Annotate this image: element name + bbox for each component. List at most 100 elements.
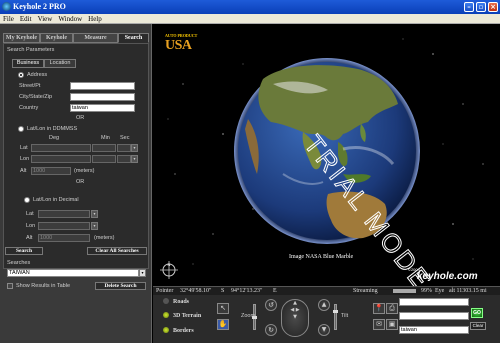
go-button[interactable]: GO	[471, 308, 483, 318]
fly-to-input-1[interactable]	[399, 298, 469, 306]
city-label: City/State/Zip	[19, 94, 53, 100]
menu-window[interactable]: Window	[55, 14, 85, 23]
menu-edit[interactable]: Edit	[17, 14, 35, 23]
dec-lon-input[interactable]	[38, 222, 90, 230]
city-input[interactable]	[70, 93, 135, 101]
tab-measure[interactable]: Measure	[73, 33, 118, 43]
sidebar-tabs: My Keyhole Keyhole Measure Search	[3, 33, 149, 43]
street-input[interactable]	[70, 82, 135, 90]
streaming-progress-fill	[393, 289, 416, 293]
dms-lon-min-input[interactable]	[92, 155, 116, 163]
svg-text:N: N	[168, 262, 171, 267]
dms-lon-dropdown[interactable]: ▾	[131, 155, 138, 163]
search-button[interactable]: Search	[5, 247, 43, 255]
country-input[interactable]: taiwan	[70, 104, 135, 112]
tilt-up-icon[interactable]: ▲	[318, 299, 330, 311]
streaming-value: 99%	[421, 288, 432, 294]
zoom-label: Zoom	[241, 313, 256, 319]
tab-my-keyhole[interactable]: My Keyhole	[3, 33, 40, 43]
searches-dropdown-icon[interactable]: ▾	[139, 269, 146, 277]
dec-lat-dropdown[interactable]: ▾	[91, 210, 98, 218]
rotate-right-icon[interactable]: ↻	[265, 324, 277, 336]
pan-control[interactable]: ▲ ◀ ▶ ▼	[281, 299, 309, 337]
tilt-slider[interactable]	[333, 304, 338, 330]
layer-borders[interactable]: Borders	[163, 327, 194, 334]
tab-search[interactable]: Search	[118, 33, 149, 43]
dms-lat-sec-input[interactable]	[117, 144, 131, 152]
layer-roads[interactable]: Roads	[163, 298, 189, 305]
layer-borders-label: Borders	[173, 328, 194, 334]
subtab-location[interactable]: Location	[44, 59, 76, 68]
tilt-label: Tilt	[341, 313, 349, 319]
searches-select[interactable]: TAIWAN	[7, 269, 139, 277]
delete-search-button[interactable]: Delete Search	[95, 282, 146, 290]
minimize-button[interactable]: –	[464, 2, 474, 12]
dec-meters-label: (meters)	[94, 235, 115, 241]
placemark-icon[interactable]: 📍	[373, 303, 385, 314]
globe-view[interactable]: AUTO PRODUCT USA TRIAL MODE Image NASA B…	[153, 24, 500, 286]
pan-down-icon[interactable]: ▼	[282, 314, 308, 321]
rotate-left-icon[interactable]: ↺	[265, 299, 277, 311]
borders-toggle-icon[interactable]	[163, 327, 169, 333]
country-label: Country	[19, 105, 39, 111]
dec-lon-dropdown[interactable]: ▾	[91, 222, 98, 230]
clear-all-searches-button[interactable]: Clear All Searches	[87, 247, 147, 255]
dms-lon-sec-input[interactable]	[117, 155, 131, 163]
navigation-controls: Roads 3D Terrain Borders ↖ ✋ Zoom ↺ ↻ ▲ …	[153, 295, 500, 343]
maximize-button[interactable]: ▫	[476, 2, 486, 12]
menu-file[interactable]: File	[0, 14, 17, 23]
pan-left-right-icon[interactable]: ◀ ▶	[282, 307, 308, 314]
tilt-down-icon[interactable]: ▼	[318, 324, 330, 336]
roads-toggle-icon[interactable]	[163, 298, 169, 304]
fly-to-input-2[interactable]	[399, 312, 469, 320]
subtab-business[interactable]: Business	[12, 59, 44, 68]
print-icon[interactable]: ⎙	[386, 303, 398, 314]
email-icon[interactable]: ✉	[373, 319, 385, 330]
or-label-2: OR	[76, 179, 85, 185]
decimal-radio[interactable]	[24, 197, 30, 203]
eye-altitude: alt 11303.15 mi	[449, 288, 487, 294]
dms-lat-deg-input[interactable]	[31, 144, 91, 152]
select-arrow-icon[interactable]: ↖	[217, 303, 229, 314]
dms-alt-input[interactable]: 1000	[31, 167, 71, 175]
clear-button[interactable]: Clear	[470, 322, 486, 330]
search-panel: Search Parameters Business Location Addr…	[3, 43, 149, 269]
tab-keyhole[interactable]: Keyhole	[40, 33, 73, 43]
decimal-label: Lat/Lon in Decimal	[33, 197, 79, 203]
dms-lat-dropdown[interactable]: ▾	[131, 144, 138, 152]
dec-lat-input[interactable]	[38, 210, 90, 218]
dec-lat-label: Lat	[26, 211, 34, 217]
show-results-checkbox[interactable]	[7, 283, 13, 289]
close-button[interactable]: ×	[488, 2, 498, 12]
dms-radio[interactable]	[18, 126, 24, 132]
min-label: Min	[101, 135, 110, 141]
dec-lon-label: Lon	[26, 223, 36, 229]
menu-view[interactable]: View	[35, 14, 56, 23]
compass-icon[interactable]: N	[159, 260, 179, 280]
pointer-label: Pointer	[156, 288, 174, 294]
menu-help[interactable]: Help	[85, 14, 105, 23]
pan-up-icon[interactable]: ▲	[282, 300, 308, 307]
deg-label: Deg	[49, 135, 60, 141]
layer-3d-terrain[interactable]: 3D Terrain	[163, 312, 201, 319]
pointer-lon-hemi: E	[273, 288, 277, 294]
dms-lon-deg-input[interactable]	[31, 155, 91, 163]
sec-label: Sec	[120, 135, 130, 141]
dec-alt-input[interactable]: 1000	[38, 234, 90, 242]
terrain-toggle-icon[interactable]	[163, 312, 169, 318]
section-title: Search Parameters	[7, 47, 55, 53]
streaming-progress-bar	[393, 289, 416, 293]
dms-meters-label: (meters)	[74, 168, 95, 174]
show-results-label: Show Results in Table	[16, 283, 71, 289]
layer-3d-terrain-label: 3D Terrain	[173, 313, 202, 319]
pointer-lon: 94°12'13.23"	[231, 288, 263, 294]
title-bar: Keyhole 2 PRO – ▫ ×	[0, 0, 500, 14]
image-icon[interactable]: ▣	[386, 319, 398, 330]
globe-caption: Image NASA Blue Marble	[289, 254, 354, 260]
dms-lon-label: Lon	[20, 156, 30, 162]
tilt-slider-thumb[interactable]	[333, 310, 338, 313]
fly-to-input-3[interactable]: taiwan	[399, 326, 469, 334]
address-radio[interactable]	[18, 72, 24, 78]
hand-tool-icon[interactable]: ✋	[217, 319, 229, 330]
dms-lat-min-input[interactable]	[92, 144, 116, 152]
